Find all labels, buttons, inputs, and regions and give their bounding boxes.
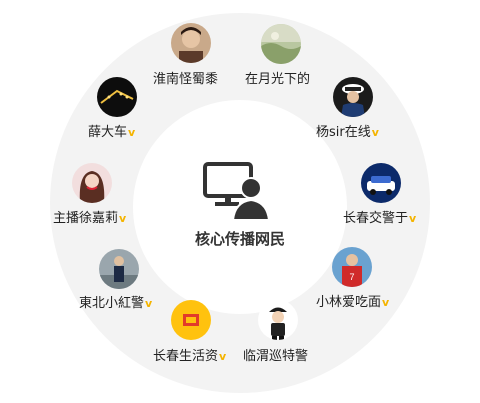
police-officer-avatar[interactable] xyxy=(333,77,373,117)
node-label[interactable]: 東北小紅警v xyxy=(79,292,152,311)
police-cartoon-avatar[interactable] xyxy=(258,300,298,340)
node-label[interactable]: 长春生活资v xyxy=(153,345,226,364)
node-label[interactable]: 小林爱吃面v xyxy=(316,291,389,310)
node-label[interactable]: 长春交警于v xyxy=(343,207,416,226)
svg-text:7: 7 xyxy=(349,272,354,282)
node-label[interactable]: 主播徐嘉莉v xyxy=(53,207,126,226)
landscape-photo-avatar[interactable] xyxy=(261,24,301,64)
police-officer-photo-avatar[interactable] xyxy=(99,249,139,289)
woman-photo-avatar[interactable] xyxy=(72,163,112,203)
police-car-avatar[interactable] xyxy=(361,163,401,203)
monitor-user-icon xyxy=(203,160,273,226)
node-label[interactable]: 薛大车v xyxy=(88,121,135,140)
node-label[interactable]: 杨sir在线v xyxy=(316,121,379,140)
yellow-logo-avatar[interactable] xyxy=(171,300,211,340)
node-label[interactable]: 临渭巡特警 xyxy=(243,345,309,364)
node-label[interactable]: 淮南怪蜀黍 xyxy=(153,68,219,87)
night-lights-avatar[interactable] xyxy=(97,77,137,117)
node-label[interactable]: 在月光下的 xyxy=(245,68,311,87)
person-photo-avatar[interactable] xyxy=(171,23,211,63)
core-label: 核心传播网民 xyxy=(194,230,285,248)
influencer-network-diagram: 核心传播网民 淮南怪蜀黍 在月光下的 杨sir在线v 长春交警于v 7 小林爱吃… xyxy=(0,0,480,403)
football-player-avatar[interactable]: 7 xyxy=(332,247,372,287)
